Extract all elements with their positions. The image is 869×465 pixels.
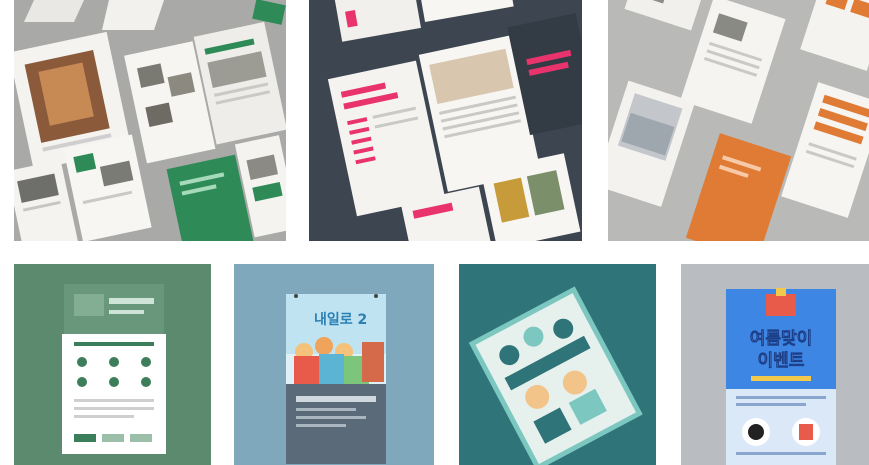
tile-green-poster[interactable] bbox=[14, 264, 211, 465]
orange-brochure-image bbox=[608, 0, 869, 241]
tile-green-brochure[interactable] bbox=[14, 0, 286, 241]
tile-teal-flyer[interactable] bbox=[459, 264, 656, 465]
event-poster-image: 여름맞이 이벤트 bbox=[681, 264, 869, 465]
tile-orange-brochure[interactable] bbox=[608, 0, 869, 241]
tile-cartoon-poster[interactable]: 내일로 2 bbox=[234, 264, 434, 465]
poster-headline: 내일로 2 bbox=[314, 312, 367, 328]
poster-headline-line2: 이벤트 bbox=[758, 351, 805, 371]
tile-event-poster[interactable]: 여름맞이 이벤트 bbox=[681, 264, 869, 465]
green-brochure-image bbox=[14, 0, 286, 241]
green-poster-image bbox=[14, 264, 211, 465]
teal-flyer-image bbox=[459, 264, 656, 465]
navy-magazine-image bbox=[309, 0, 582, 241]
cartoon-poster-image: 내일로 2 bbox=[234, 264, 434, 465]
tile-navy-magazine[interactable] bbox=[309, 0, 582, 241]
poster-headline-line1: 여름맞이 bbox=[750, 329, 813, 349]
